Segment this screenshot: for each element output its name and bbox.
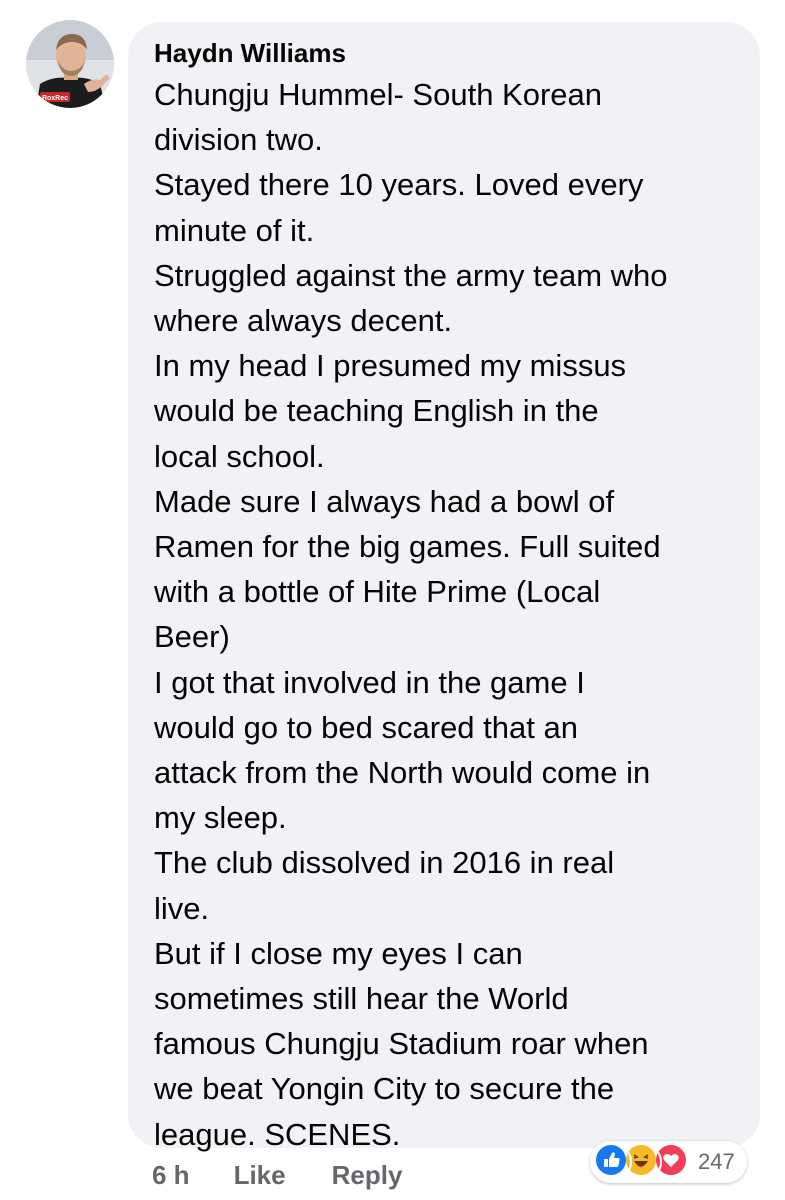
comment-line: Ramen for the big games. Full suited — [154, 529, 661, 565]
comment-actions: 6 h Like Reply — [152, 1155, 448, 1195]
comment-line: we beat Yongin City to secure the — [154, 1071, 615, 1107]
comment-bubble: Haydn Williams Chungju Hummel- South Kor… — [128, 22, 760, 1152]
like-icon — [594, 1143, 632, 1181]
reactions-summary[interactable]: 247 — [590, 1141, 747, 1183]
comment-line: Beer) — [154, 619, 230, 655]
comment-text: Chungju Hummel- South Korean division two… — [154, 72, 734, 1157]
comment-line: division two. — [154, 122, 323, 158]
comment-line: my sleep. — [154, 800, 287, 836]
comment-line: famous Chungju Stadium roar when — [154, 1026, 649, 1062]
like-button[interactable]: Like — [234, 1160, 286, 1191]
comment-timestamp[interactable]: 6 h — [152, 1160, 190, 1191]
shirt-logo-text: RoxRec — [42, 95, 68, 102]
avatar-photo: RoxRec — [26, 20, 114, 108]
comment-line: Made sure I always had a bowl of — [154, 483, 615, 519]
comment-line: would be teaching English in the — [154, 393, 599, 429]
reaction-count: 247 — [698, 1149, 735, 1174]
comment-line: I got that involved in the game I — [154, 664, 585, 700]
comment-line: with a bottle of Hite Prime (Local — [154, 574, 601, 610]
comment-line: In my head I presumed my missus — [154, 348, 627, 384]
comment-line: Stayed there 10 years. Loved every — [154, 167, 644, 203]
comment-line: Chungju Hummel- South Korean — [154, 77, 603, 112]
comment-line: Struggled against the army team who — [154, 257, 668, 293]
comment-line: sometimes still hear the World — [154, 981, 569, 1017]
comment-line: The club dissolved in 2016 in real — [154, 845, 615, 881]
comment-line: But if I close my eyes I can — [154, 935, 523, 971]
reply-button[interactable]: Reply — [332, 1160, 403, 1191]
comment-line: local school. — [154, 438, 325, 474]
comment-line: attack from the North would come in — [154, 755, 651, 791]
comment-line: would go to bed scared that an — [154, 709, 578, 745]
comment-line: where always decent. — [154, 303, 453, 339]
comment-author[interactable]: Haydn Williams — [154, 38, 734, 68]
avatar[interactable]: RoxRec — [26, 20, 114, 108]
comment-line: live. — [154, 890, 210, 926]
comment-line: minute of it. — [154, 212, 315, 248]
